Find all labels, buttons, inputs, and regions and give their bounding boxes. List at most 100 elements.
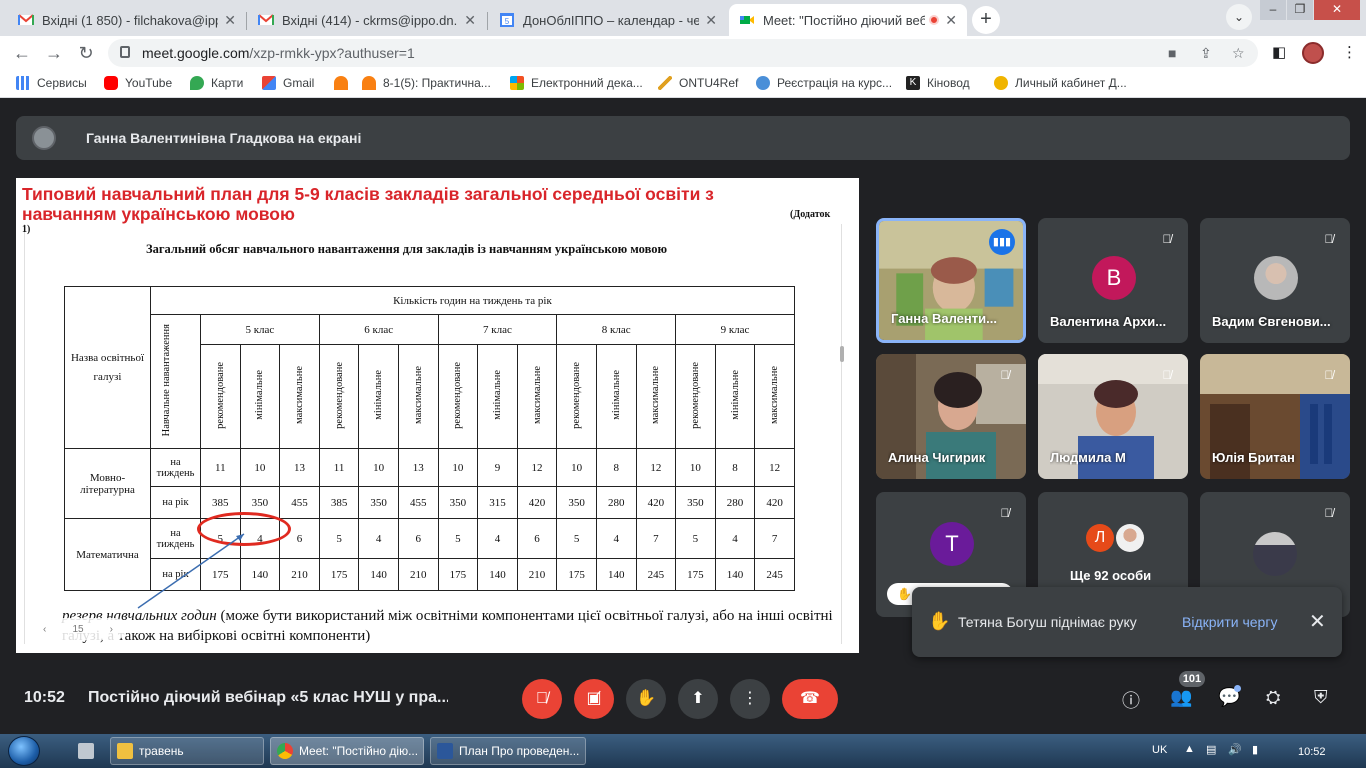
participant-tile-6[interactable]: 🎙̸ Юлія Британ bbox=[1200, 354, 1350, 479]
tray-device-icon[interactable]: ▤ bbox=[1206, 743, 1216, 756]
meet-icon bbox=[740, 16, 754, 24]
subcol-header-text: мінімальне bbox=[729, 370, 741, 420]
tray-clock[interactable]: 10:52 bbox=[1298, 746, 1326, 758]
taskbar-item-folder[interactable]: травень bbox=[110, 737, 264, 765]
forward-button[interactable]: → bbox=[42, 42, 66, 64]
mic-off-icon: 🎙̸ bbox=[1324, 232, 1334, 246]
value-cell: 350 bbox=[358, 486, 399, 519]
page-navigator[interactable]: ‹ 15 › bbox=[30, 618, 126, 640]
value-cell: 6 bbox=[516, 518, 558, 559]
tab-meet[interactable]: Meet: "Постійно діючий веб ✕ bbox=[729, 4, 967, 36]
taskbar-item-chrome[interactable]: Meet: "Постійно дію... bbox=[270, 737, 424, 765]
tray-arrow-icon[interactable]: ▲ bbox=[1184, 743, 1195, 755]
chevron-left-icon[interactable]: ‹ bbox=[43, 624, 46, 635]
bookmark-star-icon[interactable]: ☆ bbox=[1232, 45, 1245, 62]
windows-logo-icon bbox=[510, 76, 524, 90]
taskbar-item-word[interactable]: План Про проведен... bbox=[430, 737, 586, 765]
new-tab-button[interactable]: + bbox=[972, 6, 1000, 34]
raise-hand-button[interactable]: ✋ bbox=[626, 679, 666, 719]
value-cell: 420 bbox=[516, 486, 558, 519]
menu-dots-icon[interactable]: ⋮ bbox=[1342, 43, 1357, 61]
value-cell: 140 bbox=[477, 558, 518, 591]
bookmark-personal-cabinet[interactable]: Личный кабинет Д... bbox=[994, 76, 1127, 90]
mic-toggle-button[interactable]: 🎙̸ bbox=[522, 679, 562, 719]
participant-name: Ще 92 особи bbox=[1070, 568, 1152, 583]
value-cell: 385 bbox=[318, 486, 360, 519]
participant-tile-1[interactable]: ▮▮▮ Ганна Валенти... bbox=[876, 218, 1026, 343]
shared-screen[interactable]: Типовий навчальний план для 5-9 класів з… bbox=[16, 178, 859, 653]
bookmark-ontu4ref[interactable]: ONTU4Ref bbox=[658, 76, 738, 90]
header-area: Назва освітньої галузі bbox=[64, 286, 151, 449]
leave-call-button[interactable]: ☎ bbox=[782, 679, 838, 719]
present-icon: ⬆ bbox=[691, 690, 705, 707]
bookmark-services[interactable]: Сервисы bbox=[16, 76, 87, 90]
bookmark-practical[interactable]: 8-1(5): Практична... bbox=[362, 76, 491, 90]
tab-calendar[interactable]: 5 ДонОблІППО – календар - четв... ✕ bbox=[489, 4, 727, 36]
value-cell: 140 bbox=[358, 558, 399, 591]
subcol-header: максимальне bbox=[397, 344, 439, 449]
tab-search-button[interactable]: ⌄ bbox=[1226, 4, 1252, 30]
participant-tile-2[interactable]: 🎙̸ В Валентина Архи... bbox=[1038, 218, 1188, 343]
close-icon[interactable]: ✕ bbox=[1309, 609, 1326, 634]
profile-avatar[interactable] bbox=[1302, 42, 1324, 64]
more-options-button[interactable]: ⋮ bbox=[730, 679, 770, 719]
tab-divider bbox=[246, 12, 247, 30]
participant-tile-3[interactable]: 🎙̸ Вадим Євгенови... bbox=[1200, 218, 1350, 343]
value-cell: 245 bbox=[635, 558, 677, 591]
chevron-right-icon[interactable]: › bbox=[110, 624, 113, 635]
tray-volume-icon[interactable]: 🔊 bbox=[1228, 743, 1242, 756]
language-indicator[interactable]: UK bbox=[1152, 744, 1167, 756]
maximize-button[interactable]: ❐ bbox=[1287, 0, 1313, 20]
bookmark-moodle[interactable] bbox=[334, 76, 355, 90]
grade-header: 7 клас bbox=[437, 314, 558, 345]
camera-toggle-button[interactable]: ▣̸ bbox=[574, 679, 614, 719]
host-controls-shield-icon[interactable]: ⛨ bbox=[1314, 687, 1328, 708]
close-icon[interactable]: ✕ bbox=[945, 12, 957, 29]
value-cell: 10 bbox=[358, 448, 399, 487]
subcol-header-text: максимальне bbox=[412, 366, 424, 424]
value-cell: 315 bbox=[477, 486, 518, 519]
side-panel-icon[interactable]: ◧ bbox=[1272, 43, 1286, 61]
bookmark-youtube[interactable]: YouTube bbox=[104, 76, 172, 90]
document-title: Типовий навчальний план для 5-9 класів з… bbox=[22, 184, 714, 224]
tab-gmail-1[interactable]: Вхідні (1 850) - filchakova@ippo... ✕ bbox=[8, 4, 246, 36]
bookmark-label: Кіновод bbox=[927, 76, 970, 90]
info-icon[interactable]: ⓘ bbox=[1122, 687, 1140, 713]
taskbar-show-desktop[interactable] bbox=[72, 737, 104, 765]
mic-off-icon: 🎙̸ bbox=[1000, 506, 1010, 520]
bookmark-gmail[interactable]: Gmail bbox=[262, 76, 314, 90]
bookmark-e-dean[interactable]: Електронний дека... bbox=[510, 76, 643, 90]
present-screen-button[interactable]: ⬆ bbox=[678, 679, 718, 719]
participant-tile-5[interactable]: 🎙̸ Людмила М bbox=[1038, 354, 1188, 479]
tab-gmail-2[interactable]: Вхідні (414) - ckrms@ippo.dn.ua ✕ bbox=[248, 4, 486, 36]
meeting-title[interactable]: Постійно діючий вебінар «5 клас НУШ у пр… bbox=[88, 689, 448, 707]
bookmark-kinovod[interactable]: K Кіновод bbox=[906, 76, 970, 90]
start-button[interactable] bbox=[8, 736, 40, 766]
grade-header: 5 клас bbox=[200, 314, 320, 345]
back-button[interactable]: ← bbox=[10, 42, 34, 64]
close-icon[interactable]: ✕ bbox=[705, 12, 717, 29]
camera-icon[interactable]: ■ bbox=[1168, 45, 1176, 61]
people-icon[interactable]: 👥 bbox=[1170, 687, 1192, 708]
participant-tile-4[interactable]: 🎙̸ Алина Чигирик bbox=[876, 354, 1026, 479]
mic-off-icon: 🎙̸ bbox=[1162, 232, 1172, 246]
tab-title: Вхідні (1 850) - filchakova@ippo... bbox=[42, 12, 218, 28]
tray-network-icon[interactable]: ▮ bbox=[1252, 743, 1258, 756]
bookmark-label: Карти bbox=[211, 76, 244, 90]
close-icon[interactable]: ✕ bbox=[464, 12, 476, 29]
folder-icon bbox=[117, 743, 133, 759]
close-window-button[interactable]: ✕ bbox=[1314, 0, 1360, 20]
minimize-button[interactable]: – bbox=[1260, 0, 1286, 20]
bookmark-course-registration[interactable]: Реєстрація на курс... bbox=[756, 76, 892, 90]
open-queue-link[interactable]: Відкрити чергу bbox=[1182, 614, 1277, 630]
close-icon[interactable]: ✕ bbox=[224, 12, 236, 29]
value-cell: 11 bbox=[200, 448, 241, 487]
value-cell: 245 bbox=[754, 558, 795, 591]
bookmark-maps[interactable]: Карти bbox=[190, 76, 243, 90]
address-bar[interactable]: meet.google.com/xzp-rmkk-ypx?authuser=1 … bbox=[108, 39, 1258, 67]
activities-icon[interactable]: ⛭ bbox=[1266, 687, 1280, 708]
reload-button[interactable]: ↻ bbox=[74, 42, 98, 64]
value-cell: 10 bbox=[556, 448, 597, 487]
share-icon[interactable]: ⇪ bbox=[1200, 45, 1212, 62]
value-cell: 4 bbox=[595, 518, 637, 559]
